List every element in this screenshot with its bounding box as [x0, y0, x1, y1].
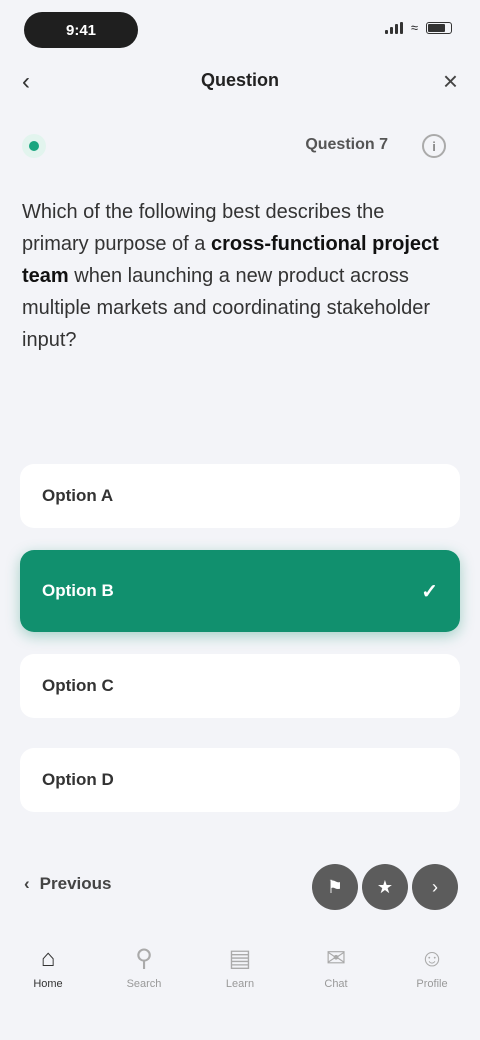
book-icon: ▤ [228, 945, 252, 972]
answer-option-d[interactable]: Option D [20, 748, 460, 812]
answer-option-a[interactable]: Option A [20, 464, 460, 528]
answer-option-label: Option D [42, 770, 114, 789]
tab-label: Learn [225, 978, 255, 990]
answer-option-label: Option B [42, 581, 114, 600]
tab-bar: ⌂ Home ⚲ Search ▤ Learn ✉ Chat ☺ Profile [0, 936, 480, 1016]
question-meta: Question 7 i [0, 126, 480, 166]
info-icon[interactable]: i [422, 134, 446, 158]
status-bar: 9:41 ≈ [0, 0, 480, 64]
answer-option-label: Option A [42, 486, 114, 505]
tab-label: Home [33, 978, 63, 990]
tab-label: Profile [416, 978, 448, 990]
progress-label: Question 7 [305, 136, 388, 153]
signal-icon [384, 21, 403, 34]
tab-home[interactable]: ⌂ Home [0, 936, 96, 1016]
answer-option-c[interactable]: Option C [20, 654, 460, 718]
answer-option-label: Option C [42, 676, 114, 695]
chat-icon: ✉ [325, 945, 347, 972]
profile-icon: ☺ [419, 945, 445, 972]
answer-option-b[interactable]: Option B ✓ [20, 550, 460, 632]
home-icon: ⌂ [40, 945, 56, 972]
search-icon: ⚲ [135, 945, 153, 972]
check-icon: ✓ [421, 580, 438, 603]
previous-button[interactable]: ‹ Previous [24, 874, 111, 894]
tab-profile[interactable]: ☺ Profile [384, 936, 480, 1016]
status-badge [22, 134, 46, 158]
battery-icon [426, 21, 452, 34]
tab-search[interactable]: ⚲ Search [96, 936, 192, 1016]
tab-learn[interactable]: ▤ Learn [192, 936, 288, 1016]
bookmark-icon[interactable]: ★ [362, 864, 408, 910]
question-part-2: when launching a new product across mult… [22, 265, 430, 351]
question-text: Which of the following best describes th… [22, 196, 452, 356]
wifi-icon: ≈ [410, 20, 418, 35]
tab-chat[interactable]: ✉ Chat [288, 936, 384, 1016]
question-footer: ‹ Previous ⚑ ★ › [0, 860, 480, 916]
status-icons: ≈ [384, 20, 452, 35]
tab-label: Search [126, 978, 162, 990]
page-title: Question [200, 70, 279, 90]
status-time: 9:41 [24, 12, 138, 48]
previous-label: Previous [39, 874, 112, 893]
flag-icon[interactable]: ⚑ [312, 864, 358, 910]
next-icon[interactable]: › [412, 864, 458, 910]
nav-bar: ‹ Question × [0, 56, 480, 108]
chevron-left-icon: ‹ [24, 874, 30, 893]
close-icon[interactable]: × [443, 66, 458, 97]
tab-label: Chat [324, 978, 348, 990]
